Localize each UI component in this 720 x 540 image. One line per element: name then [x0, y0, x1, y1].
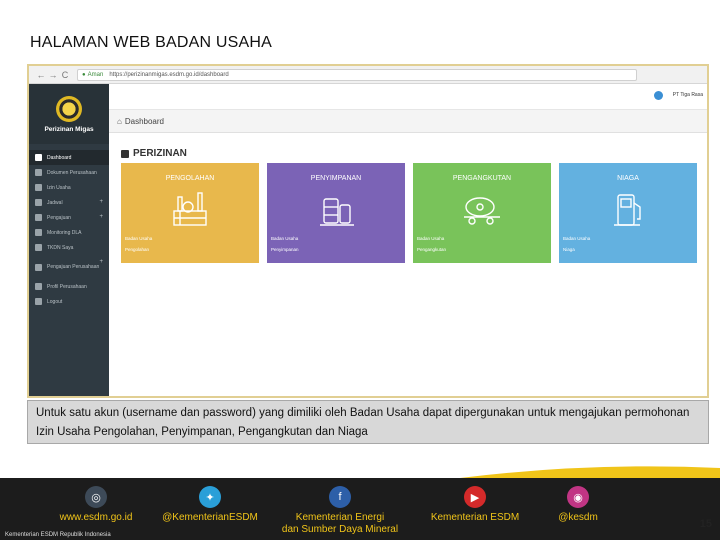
expand-icon[interactable]: +	[99, 199, 103, 205]
sidebar-item-label: Dashboard	[47, 154, 72, 161]
sidebar-item-label: Pengajuan	[47, 214, 71, 221]
footer-twitter[interactable]: ✦ @KementerianESDM	[160, 478, 260, 524]
back-button[interactable]: ←	[35, 70, 47, 80]
card-pengangkutan[interactable]: PENGANGKUTAN Badan Usaha Pengangkutan	[413, 163, 551, 263]
card-subtitle: Badan Usaha	[563, 236, 591, 241]
profile-icon	[35, 283, 42, 290]
footer-facebook-line1: Kementerian Energi	[295, 512, 385, 523]
sidebar-item-label: Profil Perusahaan	[47, 283, 87, 290]
footer: ◎ www.esdm.go.id ✦ @KementerianESDM f Ke…	[0, 478, 720, 540]
document-icon	[35, 169, 42, 176]
card-subtitle: Niaga	[563, 247, 575, 252]
browser-toolbar: ← → C ● Aman https://perizinanmigas.esdm…	[29, 66, 707, 84]
section-title-text: PERIZINAN	[133, 148, 187, 159]
sidebar-item-logout[interactable]: Logout	[29, 294, 109, 309]
card-title: PENGANGKUTAN	[452, 175, 512, 182]
sidebar-item-label: Pengajuan Perusahaan	[47, 264, 100, 270]
sidebar-brand[interactable]: Perizinan Migas	[29, 84, 109, 144]
section-title: PERIZINAN	[121, 148, 187, 159]
sidebar-item-label: Jadwal	[47, 199, 63, 206]
sidebar-item-pengajuan-perusahaan[interactable]: Pengajuan Perusahaan +	[29, 255, 109, 279]
facebook-icon: f	[329, 486, 351, 508]
sidebar-item-label: TKDN Saya	[47, 244, 74, 251]
monitor-icon	[35, 229, 42, 236]
footer-org: Kementerian ESDM Republik Indonesia	[5, 532, 111, 538]
lock-icon: ●	[82, 71, 86, 78]
file-icon	[35, 184, 42, 191]
card-subtitle: Badan Usaha	[125, 236, 153, 241]
sidebar-item-izin-usaha[interactable]: Izin Usaha	[29, 180, 109, 195]
sidebar-item-profil[interactable]: Profil Perusahaan	[29, 279, 109, 294]
sidebar-item-label: Izin Usaha	[47, 184, 71, 191]
calendar-icon	[35, 199, 42, 206]
sidebar: Perizinan Migas Dashboard Dokumen Perusa…	[29, 84, 109, 396]
card-subtitle: Badan Usaha	[271, 236, 299, 241]
brand-name: Perizinan Migas	[44, 125, 94, 133]
home-icon: ⌂	[117, 116, 122, 126]
notification-icon[interactable]	[654, 91, 663, 100]
stack-icon	[121, 149, 129, 158]
footer-instagram-text: @kesdm	[558, 512, 598, 523]
sidebar-item-dokumen[interactable]: Dokumen Perusahaan	[29, 165, 109, 180]
sidebar-item-dashboard[interactable]: Dashboard	[29, 150, 109, 165]
card-subtitle: Pengangkutan	[417, 247, 447, 252]
secure-label: Aman	[87, 71, 104, 78]
refinery-icon	[173, 192, 207, 226]
page-title: Dashboard	[124, 116, 164, 126]
footer-twitter-text: @KementerianESDM	[162, 512, 258, 523]
list-icon	[35, 244, 42, 251]
reload-button[interactable]: C	[59, 70, 71, 80]
license-cards: PENGOLAHAN Badan Usaha Pengolahan PENYIM…	[121, 163, 697, 263]
send-icon	[35, 214, 42, 221]
footer-website[interactable]: ◎ www.esdm.go.id	[56, 478, 136, 524]
app-topbar: PT Tiga Rasa	[109, 84, 707, 110]
card-title: PENYIMPANAN	[310, 175, 362, 182]
slide-title: HALAMAN WEB BADAN USAHA	[30, 34, 272, 51]
forward-button[interactable]: →	[47, 70, 59, 80]
expand-icon[interactable]: +	[99, 259, 103, 265]
page-header: ⌂ Dashboard	[109, 110, 707, 133]
user-menu[interactable]: PT Tiga Rasa	[673, 92, 703, 98]
card-subtitle: Badan Usaha	[417, 236, 445, 241]
fuel-pump-icon	[614, 194, 641, 226]
card-penyimpanan[interactable]: PENYIMPANAN Badan Usaha Penyimpanan	[267, 163, 405, 263]
sidebar-item-monitoring[interactable]: Monitoring DLA	[29, 225, 109, 240]
card-pengolahan[interactable]: PENGOLAHAN Badan Usaha Pengolahan	[121, 163, 259, 263]
sidebar-item-pengajuan[interactable]: Pengajuan +	[29, 210, 109, 225]
card-title: PENGOLAHAN	[165, 175, 215, 182]
address-bar[interactable]: ● Aman https://perizinanmigas.esdm.go.id…	[77, 68, 637, 81]
twitter-icon: ✦	[199, 486, 221, 508]
footer-youtube[interactable]: ▶ Kementerian ESDM	[425, 478, 525, 524]
footer-youtube-text: Kementerian ESDM	[430, 512, 520, 523]
esdm-logo	[56, 95, 82, 122]
expand-icon[interactable]: +	[99, 214, 103, 220]
sidebar-item-jadwal[interactable]: Jadwal +	[29, 195, 109, 210]
building-icon	[35, 263, 42, 271]
card-niaga[interactable]: NIAGA Badan Usaha Niaga	[559, 163, 697, 263]
footer-facebook-line2: dan Sumber Daya Mineral	[281, 524, 399, 535]
home-icon	[35, 154, 42, 161]
logout-icon	[35, 298, 42, 305]
storage-tank-icon	[320, 198, 354, 226]
footer-website-text: www.esdm.go.id	[59, 512, 133, 523]
sidebar-item-label: Dokumen Perusahaan	[47, 169, 97, 176]
screenshot-frame: ← → C ● Aman https://perizinanmigas.esdm…	[27, 64, 709, 398]
sidebar-item-label: Monitoring DLA	[47, 229, 82, 236]
sidebar-item-label: Logout	[47, 298, 63, 305]
footer-instagram[interactable]: ◉ @kesdm	[548, 478, 608, 524]
card-title: NIAGA	[617, 175, 639, 182]
sidebar-menu: Dashboard Dokumen Perusahaan Izin Usaha …	[29, 144, 109, 309]
card-subtitle: Penyimpanan	[271, 247, 299, 252]
page-number: 15	[699, 518, 712, 530]
tanker-truck-icon	[464, 197, 500, 225]
footer-facebook[interactable]: f Kementerian Energi dan Sumber Daya Min…	[280, 478, 400, 536]
youtube-icon: ▶	[464, 486, 486, 508]
url-text[interactable]: https://perizinanmigas.esdm.go.id/dashbo…	[109, 72, 228, 78]
card-subtitle: Pengolahan	[125, 247, 150, 252]
instagram-icon: ◉	[567, 486, 589, 508]
globe-icon: ◎	[85, 486, 107, 508]
caption-box: Untuk satu akun (username dan password) …	[27, 400, 709, 444]
sidebar-item-tkdn[interactable]: TKDN Saya	[29, 240, 109, 255]
